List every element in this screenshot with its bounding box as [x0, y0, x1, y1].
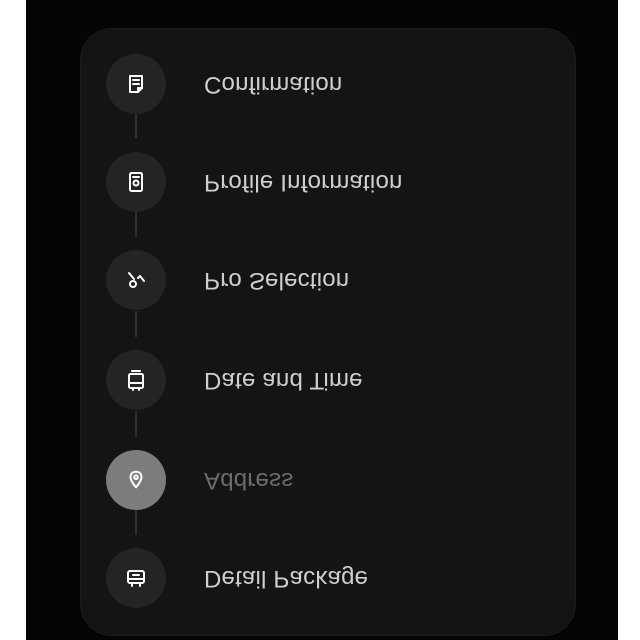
step-circle[interactable] [106, 152, 166, 212]
package-icon [124, 566, 148, 590]
step-connector [135, 411, 137, 437]
step-label: Confirmation [204, 71, 343, 98]
step-connector [135, 112, 137, 138]
step-pro-selection[interactable]: Pro Selection [106, 250, 506, 310]
profile-card-icon [124, 170, 148, 194]
step-label: Detail Package [204, 565, 369, 592]
step-address[interactable]: Address [106, 450, 506, 510]
stepper: Detail Package Address Date and Time Pro… [0, 0, 640, 640]
calendar-icon [124, 368, 148, 392]
step-circle[interactable] [106, 54, 166, 114]
step-circle[interactable] [106, 350, 166, 410]
step-confirmation[interactable]: Confirmation [106, 54, 506, 114]
step-connector [135, 211, 137, 237]
stepper-flipped-view: Detail Package Address Date and Time Pro… [0, 0, 640, 640]
pro-select-icon [124, 268, 148, 292]
step-circle[interactable] [106, 450, 166, 510]
step-label: Pro Selection [204, 267, 350, 294]
step-connector [135, 509, 137, 535]
step-circle[interactable] [106, 548, 166, 608]
step-date-and-time[interactable]: Date and Time [106, 350, 506, 410]
step-detail-package[interactable]: Detail Package [106, 548, 506, 608]
location-drop-icon [125, 469, 147, 491]
step-label: Date and Time [204, 367, 363, 394]
confirmation-icon [124, 72, 148, 96]
step-label: Address [204, 467, 294, 494]
step-profile-information[interactable]: Profile Information [106, 152, 506, 212]
step-circle[interactable] [106, 250, 166, 310]
step-label: Profile Information [204, 169, 403, 196]
step-connector [135, 311, 137, 337]
